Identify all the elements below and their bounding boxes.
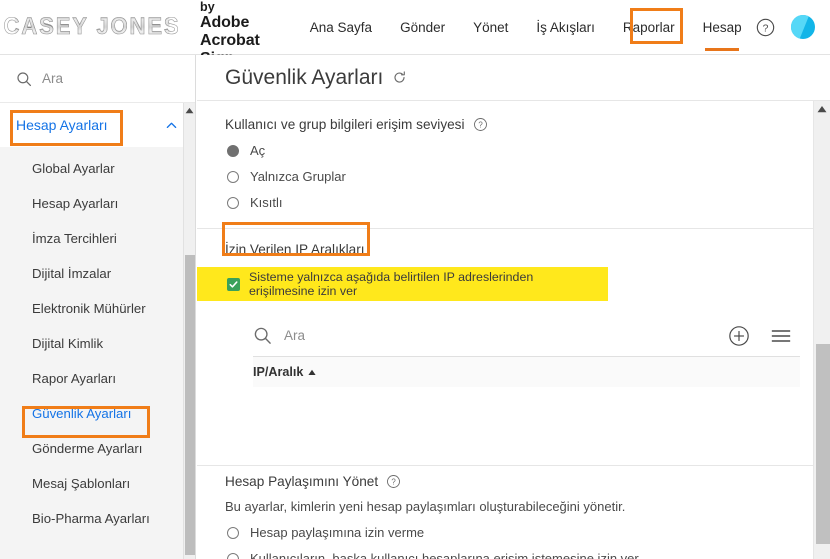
sidebar-scroll-up-arrow-icon[interactable] bbox=[184, 103, 195, 117]
sidebar-section-hesap-ayarlari[interactable]: Hesap Ayarları bbox=[0, 103, 195, 147]
svg-text:?: ? bbox=[391, 478, 396, 487]
ip-restriction-checkbox-label: Sisteme yalnızca aşağıda belirtilen IP a… bbox=[249, 270, 534, 298]
radio-indicator-yalnizca-gruplar[interactable] bbox=[227, 170, 239, 183]
settings-sidebar: Ara Hesap Ayarları Global Ayarlar Hesap … bbox=[0, 55, 196, 559]
ip-table-toolbar: Ara bbox=[253, 315, 800, 357]
nav-item-raporlar[interactable]: Raporlar bbox=[609, 0, 689, 55]
radio-label-allow-request: Kullanıcıların, başka kullanıcı hesaplar… bbox=[250, 551, 639, 559]
ip-table-search-placeholder[interactable]: Ara bbox=[284, 328, 305, 343]
ip-table-column-ip-aralik[interactable]: IP/Aralık bbox=[253, 365, 303, 379]
svg-text:?: ? bbox=[762, 23, 768, 34]
sidebar-search-placeholder: Ara bbox=[42, 71, 64, 86]
main-scrollbar-thumb[interactable] bbox=[816, 344, 830, 544]
sidebar-item-guvenlik-ayarlari[interactable]: Güvenlik Ayarları bbox=[0, 396, 195, 431]
sidebar-item-gonderme-ayarlari[interactable]: Gönderme Ayarları bbox=[0, 431, 195, 466]
section-divider-1 bbox=[197, 228, 830, 229]
radio-indicator-allow-request[interactable] bbox=[227, 552, 239, 559]
sharing-heading: Hesap Paylaşımını Yönet bbox=[225, 474, 379, 489]
sidebar-item-bio-pharma-ayarlari[interactable]: Bio-Pharma Ayarları bbox=[0, 501, 195, 536]
sort-ascending-icon[interactable] bbox=[308, 369, 317, 376]
app-window: CASEY JONES Powered by Adobe Acrobat Sig… bbox=[0, 0, 830, 559]
sidebar-scrollbar[interactable] bbox=[183, 103, 195, 559]
radio-indicator-kisitli[interactable] bbox=[227, 196, 239, 209]
chevron-up-icon[interactable] bbox=[164, 118, 179, 133]
settings-content: Kullanıcı ve grup bilgileri erişim seviy… bbox=[197, 101, 830, 559]
radio-option-kisitli[interactable]: Kısıtlı bbox=[197, 195, 830, 210]
sidebar-menu-list: Global Ayarlar Hesap Ayarları İmza Terci… bbox=[0, 147, 195, 536]
ip-table-body bbox=[253, 387, 800, 447]
search-icon bbox=[17, 71, 32, 86]
sidebar-item-global-ayarlar[interactable]: Global Ayarlar bbox=[0, 151, 195, 186]
help-circle-icon[interactable]: ? bbox=[386, 474, 401, 489]
user-avatar[interactable] bbox=[790, 15, 815, 39]
nav-item-yonet[interactable]: Yönet bbox=[459, 0, 522, 55]
ip-ranges-heading: İzin Verilen IP Aralıkları bbox=[225, 242, 365, 257]
access-level-heading: Kullanıcı ve grup bilgileri erişim seviy… bbox=[225, 117, 465, 132]
search-icon[interactable] bbox=[253, 326, 272, 345]
refresh-icon[interactable] bbox=[392, 70, 407, 85]
nav-item-ana-sayfa[interactable]: Ana Sayfa bbox=[296, 0, 386, 55]
sidebar-item-dijital-kimlik[interactable]: Dijital Kimlik bbox=[0, 326, 195, 361]
radio-option-yalnizca-gruplar[interactable]: Yalnızca Gruplar bbox=[197, 169, 830, 184]
ip-table-header-row: IP/Aralık bbox=[253, 357, 800, 387]
main-navigation: Ana Sayfa Gönder Yönet İş Akışları Rapor… bbox=[296, 0, 756, 55]
casey-jones-logo: CASEY JONES bbox=[3, 10, 179, 44]
hamburger-menu-icon[interactable] bbox=[770, 327, 792, 345]
adobe-label: Adobe bbox=[200, 14, 250, 32]
ip-ranges-table: Ara IP/Aralık bbox=[253, 315, 800, 447]
sidebar-section-label: Hesap Ayarları bbox=[16, 117, 108, 133]
sidebar-search-field[interactable]: Ara bbox=[0, 55, 195, 103]
sidebar-item-hesap-ayarlari[interactable]: Hesap Ayarları bbox=[0, 186, 195, 221]
nav-item-gonder[interactable]: Gönder bbox=[386, 0, 459, 55]
plus-circle-icon[interactable] bbox=[728, 325, 750, 347]
nav-item-hesap[interactable]: Hesap bbox=[689, 0, 756, 55]
radio-label-kisitli: Kısıtlı bbox=[250, 195, 283, 210]
sharing-description: Bu ayarlar, kimlerin yeni hesap paylaşım… bbox=[225, 499, 626, 514]
radio-indicator-no-sharing[interactable] bbox=[227, 526, 239, 539]
radio-option-hesap-paylasimina-izin-verme[interactable]: Hesap paylaşımına izin verme bbox=[197, 525, 830, 540]
sidebar-item-dijital-imzalar[interactable]: Dijital İmzalar bbox=[0, 256, 195, 291]
powered-by-label: Powered by bbox=[200, 0, 253, 15]
ip-restriction-checkbox-row[interactable]: Sisteme yalnızca aşağıda belirtilen IP a… bbox=[197, 267, 608, 301]
page-title-row: Güvenlik Ayarları bbox=[197, 55, 830, 101]
main-scrollbar[interactable] bbox=[813, 101, 830, 559]
ip-table-actions bbox=[728, 325, 800, 347]
sharing-section-header: Hesap Paylaşımını Yönet ? bbox=[197, 474, 830, 489]
checkbox-checked-icon[interactable] bbox=[227, 277, 240, 291]
sidebar-scrollbar-thumb[interactable] bbox=[185, 255, 195, 555]
sidebar-item-imza-tercihleri[interactable]: İmza Tercihleri bbox=[0, 221, 195, 256]
radio-label-no-sharing: Hesap paylaşımına izin verme bbox=[250, 525, 425, 540]
sidebar-item-elektronik-muhurler[interactable]: Elektronik Mühürler bbox=[0, 291, 195, 326]
sidebar-item-mesaj-sablonlari[interactable]: Mesaj Şablonları bbox=[0, 466, 195, 501]
sidebar-item-rapor-ayarlari[interactable]: Rapor Ayarları bbox=[0, 361, 195, 396]
radio-indicator-ac[interactable] bbox=[227, 144, 239, 157]
access-level-section-header: Kullanıcı ve grup bilgileri erişim seviy… bbox=[197, 117, 830, 132]
section-divider-2 bbox=[197, 465, 830, 466]
nav-item-is-akislari[interactable]: İş Akışları bbox=[522, 0, 609, 55]
radio-option-ac[interactable]: Aç bbox=[197, 143, 830, 158]
main-content-panel: Güvenlik Ayarları Kullanıcı ve grup bilg… bbox=[197, 55, 830, 559]
radio-label-ac: Aç bbox=[250, 143, 266, 158]
svg-text:?: ? bbox=[478, 121, 483, 130]
header-right-actions: ? bbox=[756, 15, 815, 39]
question-circle-icon[interactable]: ? bbox=[756, 18, 775, 37]
radio-option-kullanicilarin-erisim-istemesi[interactable]: Kullanıcıların, başka kullanıcı hesaplar… bbox=[197, 551, 830, 559]
help-circle-icon[interactable]: ? bbox=[473, 117, 488, 132]
page-title: Güvenlik Ayarları bbox=[225, 65, 384, 89]
top-header-bar: CASEY JONES Powered by Adobe Acrobat Sig… bbox=[0, 0, 830, 67]
radio-label-yalnizca-gruplar: Yalnızca Gruplar bbox=[250, 169, 346, 184]
main-scroll-up-arrow-icon[interactable] bbox=[814, 101, 830, 117]
